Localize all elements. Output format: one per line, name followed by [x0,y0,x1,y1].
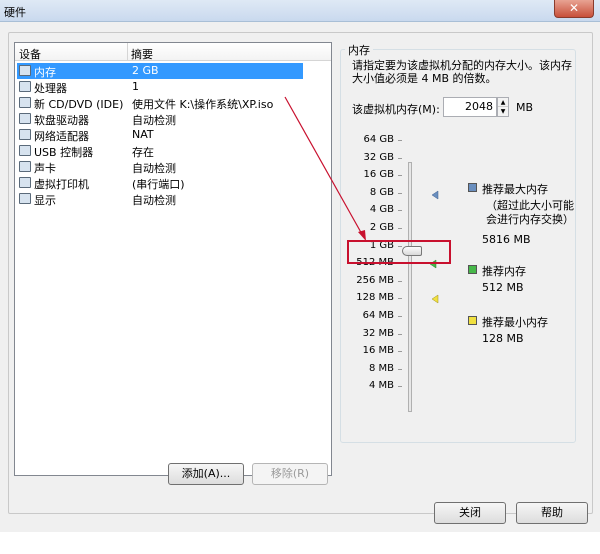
column-header-summary[interactable]: 摘要 [131,46,153,62]
window-close-button[interactable]: ✕ [554,0,594,18]
device-summary: 2 GB [132,64,159,77]
printer-icon [19,177,31,188]
device-row[interactable]: 新 CD/DVD (IDE) 使用文件 K:\操作系统\XP.iso [17,95,303,111]
device-summary: 使用文件 K:\操作系统\XP.iso [132,98,274,111]
scale-tick [398,280,402,282]
memory-size-input[interactable]: 2048 [443,97,497,117]
scale-label: 16 MB [362,345,394,357]
annotation-highlight-box [347,240,451,264]
legend-swatch [468,316,477,325]
scale-label: 8 GB [369,186,394,198]
column-header-device[interactable]: 设备 [19,46,41,62]
usb-icon [19,145,31,156]
scale-tick [398,351,402,353]
title-bar: 硬件 ✕ [0,0,600,22]
floppy-icon [19,113,31,124]
sound-card-icon [19,161,31,172]
cd-dvd-icon [19,97,31,108]
scale-label: 256 MB [356,274,394,286]
close-button[interactable]: 关闭 [434,502,506,524]
device-summary: (串行端口) [132,178,185,191]
scale-tick [398,192,402,194]
device-name: 虚拟打印机 [34,178,89,191]
legend-label: 推荐内存 [482,265,526,278]
scale-label: 64 GB [363,134,394,145]
scale-tick [398,140,402,141]
memory-slider-track[interactable] [408,162,412,412]
device-row[interactable]: 声卡 自动检测 [17,159,303,175]
processor-icon [19,81,31,92]
legend-value: 128 MB [482,332,524,345]
scale-tick [398,228,402,229]
memory-icon [19,65,31,76]
display-icon [19,193,31,204]
device-row[interactable]: 虚拟打印机 (串行端口) [17,175,303,191]
legend-value: 512 MB [482,281,524,294]
scale-label: 4 MB [368,380,394,392]
scale-tick [398,210,402,212]
device-name: 处理器 [34,82,67,95]
scale-label: 128 MB [356,292,394,304]
device-name: USB 控制器 [34,146,94,159]
device-name: 声卡 [34,162,56,175]
device-row[interactable]: 网络适配器 NAT [17,127,303,143]
spinner-up-icon[interactable]: ▲ [498,98,508,107]
device-row[interactable]: 内存 2 GB [17,63,303,79]
scale-tick [398,316,402,317]
device-name: 新 CD/DVD (IDE) [34,98,124,111]
device-summary: 存在 [132,146,154,159]
window-title: 硬件 [4,6,26,19]
memory-group-title: 内存 [345,42,373,58]
device-row[interactable]: 显示 自动检测 [17,191,303,207]
column-separator[interactable] [127,43,128,61]
device-name: 软盘驱动器 [34,114,89,127]
help-button[interactable]: 帮助 [516,502,588,524]
device-name: 内存 [34,66,56,79]
legend-note: （超过此大小可能会进行内存交换） [486,199,574,226]
device-list-header: 设备 摘要 [15,43,331,61]
scale-label: 4 GB [369,204,394,216]
memory-description: 请指定要为该虚拟机分配的内存大小。该内存大小值必须是 4 MB 的倍数。 [352,59,572,85]
network-adapter-icon [19,129,31,140]
scale-label: 8 MB [368,362,394,374]
legend-swatch [468,183,477,192]
device-summary: 自动检测 [132,114,176,127]
scale-tick [398,333,402,335]
scale-tick [398,386,402,388]
scale-tick [398,368,402,370]
memory-field-label: 该虚拟机内存(M): [352,103,440,116]
device-summary: 1 [132,80,139,93]
device-row[interactable]: 处理器 1 [17,79,303,95]
scale-tick [398,157,402,159]
device-row[interactable]: USB 控制器 存在 [17,143,303,159]
device-summary: 自动检测 [132,194,176,207]
scale-tick [398,298,402,300]
scale-label: 32 MB [362,327,394,339]
spinner-down-icon[interactable]: ▼ [498,107,508,116]
device-row[interactable]: 软盘驱动器 自动检测 [17,111,303,127]
memory-spinner[interactable]: ▲ ▼ [497,97,509,117]
legend-value: 5816 MB [482,233,531,246]
memory-unit-label: MB [516,101,534,114]
scale-tick [398,175,402,177]
device-name: 网络适配器 [34,130,89,143]
scale-label: 32 GB [363,151,394,163]
legend-swatch [468,265,477,274]
scale-label: 16 GB [363,169,394,181]
remove-device-button[interactable]: 移除(R) [252,463,328,485]
scale-label: 64 MB [362,310,394,321]
device-list: 设备 摘要 内存 2 GB 处理器 1 新 CD/DVD (IDE) 使用文件 K:\操作… [14,42,332,476]
hardware-dialog: 设备 摘要 内存 2 GB 处理器 1 新 CD/DVD (IDE) 使用文件 K:\操作… [0,22,600,532]
legend-label: 推荐最大内存 [482,183,548,196]
add-device-button[interactable]: 添加(A)... [168,463,244,485]
device-summary: 自动检测 [132,162,176,175]
device-name: 显示 [34,194,56,207]
scale-label: 2 GB [369,222,394,233]
legend-label: 推荐最小内存 [482,316,548,329]
device-summary: NAT [132,128,154,141]
